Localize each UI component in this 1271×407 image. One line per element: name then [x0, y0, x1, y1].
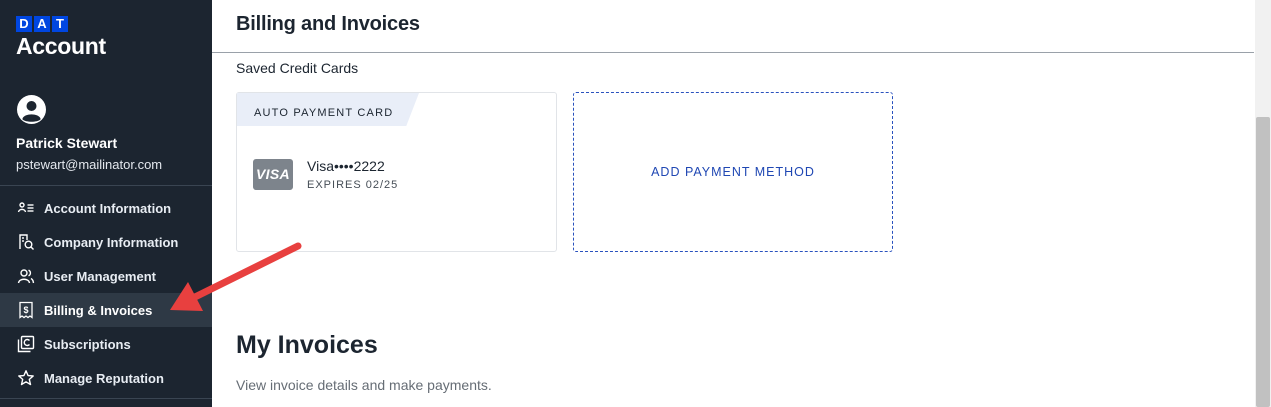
card-number: Visa••••2222	[307, 158, 385, 174]
sidebar-item-company-information[interactable]: Company Information	[0, 225, 212, 259]
saved-cards-heading: Saved Credit Cards	[236, 60, 359, 76]
logo-letter: D	[16, 16, 32, 32]
sidebar: D A T Account Patrick Stewart pstewart@m…	[0, 0, 212, 407]
sidebar-item-user-management[interactable]: User Management	[0, 259, 212, 293]
receipt-dollar-icon: $	[17, 301, 35, 319]
logo-letter: A	[34, 16, 50, 32]
logo-letter: T	[52, 16, 68, 32]
brand-title: Account	[16, 33, 106, 59]
add-payment-method-button[interactable]: ADD PAYMENT METHOD	[573, 92, 893, 252]
users-icon	[17, 267, 35, 285]
dat-logo[interactable]: D A T	[16, 16, 106, 32]
invoices-heading: My Invoices	[236, 331, 378, 359]
user-email: pstewart@mailinator.com	[16, 157, 163, 172]
vertical-scrollbar[interactable]	[1255, 0, 1271, 407]
subscription-icon	[17, 335, 35, 353]
app-window: D A T Account Patrick Stewart pstewart@m…	[0, 0, 1271, 407]
sidebar-item-manage-reputation[interactable]: Manage Reputation	[0, 361, 212, 395]
add-payment-method-label: ADD PAYMENT METHOD	[651, 165, 815, 179]
main-content: Billing and Invoices Saved Credit Cards …	[212, 0, 1255, 407]
auto-payment-badge: AUTO PAYMENT CARD	[237, 93, 419, 126]
brand: D A T Account	[16, 16, 106, 60]
invoices-subtitle: View invoice details and make payments.	[236, 377, 492, 393]
sidebar-item-label: Subscriptions	[44, 336, 131, 352]
sidebar-item-billing-invoices[interactable]: $ Billing & Invoices	[0, 293, 212, 327]
page-title: Billing and Invoices	[236, 13, 420, 35]
svg-text:$: $	[23, 305, 28, 315]
sidebar-item-label: Billing & Invoices	[44, 302, 153, 318]
user-name: Patrick Stewart	[16, 135, 118, 151]
star-icon	[17, 369, 35, 387]
divider	[0, 185, 212, 186]
auto-payment-card[interactable]: AUTO PAYMENT CARD VISA Visa••••2222 EXPI…	[236, 92, 557, 252]
sidebar-item-label: Account Information	[44, 200, 172, 216]
id-card-icon	[17, 199, 35, 217]
sidebar-item-subscriptions[interactable]: Subscriptions	[0, 327, 212, 361]
visa-card-icon: VISA	[253, 159, 293, 190]
card-expiry: EXPIRES 02/25	[307, 179, 399, 191]
sidebar-item-label: Company Information	[44, 234, 179, 250]
divider	[0, 398, 212, 399]
header-divider	[212, 52, 1254, 53]
sidebar-nav: Account Information Company Information	[0, 191, 212, 395]
sidebar-item-label: User Management	[44, 268, 156, 284]
user-circle-icon[interactable]	[16, 94, 47, 125]
sidebar-item-label: Manage Reputation	[44, 370, 164, 386]
scrollbar-thumb[interactable]	[1256, 117, 1270, 407]
sidebar-item-account-information[interactable]: Account Information	[0, 191, 212, 225]
building-search-icon	[17, 233, 35, 251]
